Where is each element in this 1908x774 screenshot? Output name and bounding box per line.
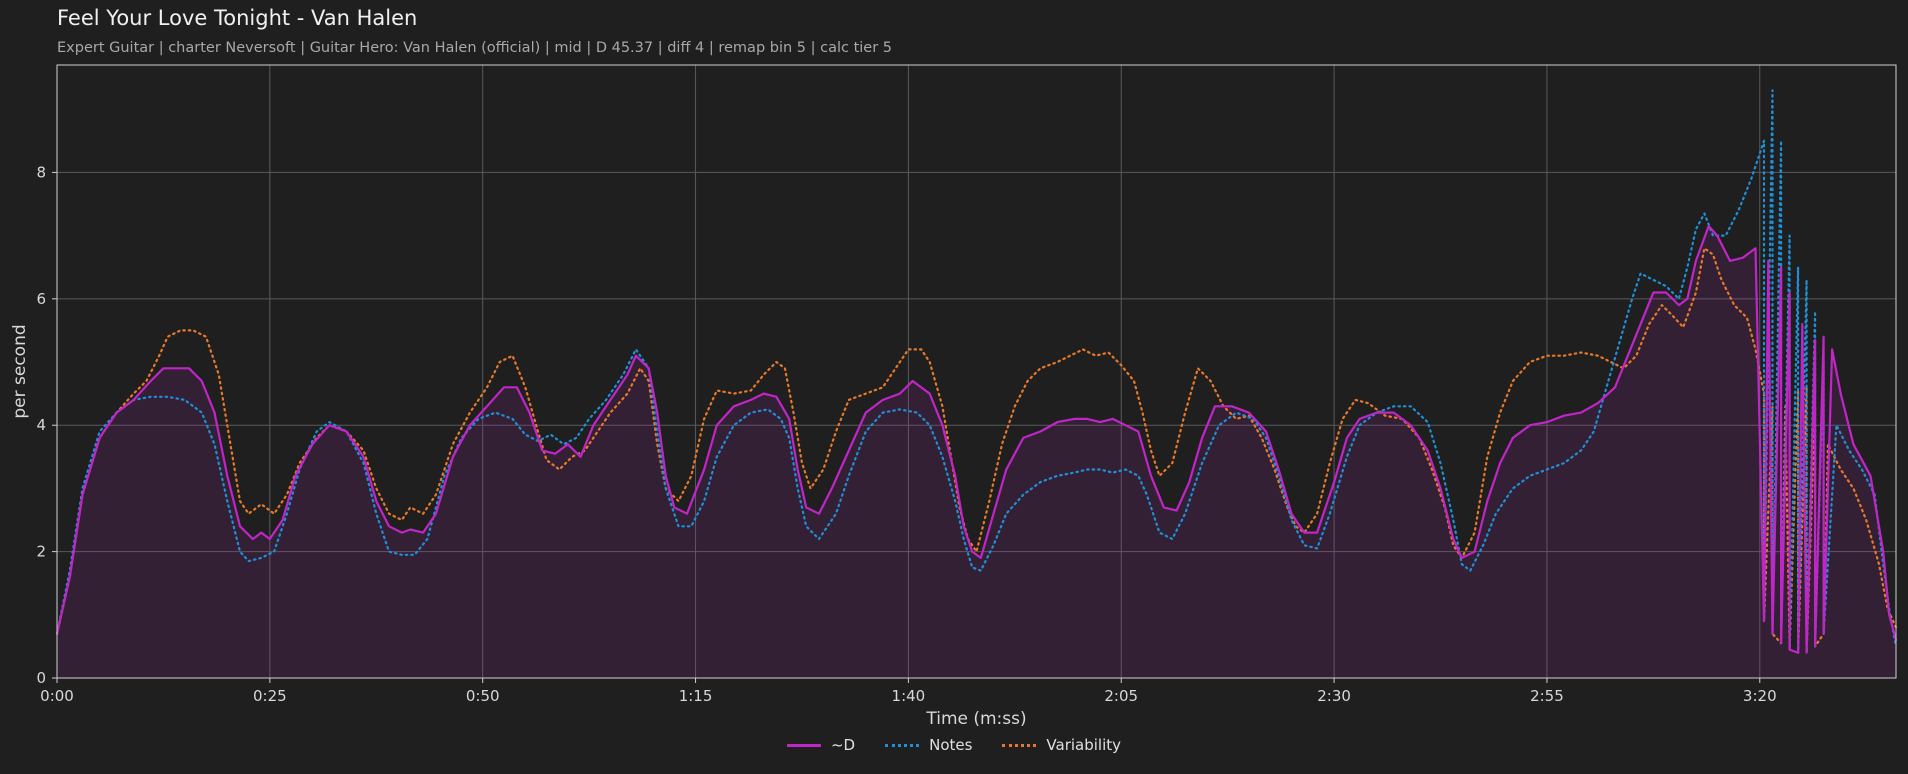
legend-swatch-notes	[885, 743, 920, 747]
y-axis-label: per second	[10, 324, 30, 418]
y-tick-label: 2	[36, 543, 46, 561]
legend: ~D Notes Variability	[0, 736, 1908, 754]
y-axis-ticks: 0 2 4 6 8	[36, 163, 57, 687]
chart-canvas: 0:00 0:25 0:50 1:15 1:40 2:05 2:30 2:55 3:20 0 2 4…	[10, 64, 1898, 729]
y-tick-label: 4	[36, 416, 46, 434]
x-tick-label: 0:50	[466, 687, 500, 705]
legend-label-notes: Notes	[929, 736, 973, 754]
legend-swatch-d	[786, 743, 821, 747]
d-area-fill	[57, 226, 1896, 678]
x-tick-label: 0:25	[253, 687, 287, 705]
legend-item-d: ~D	[786, 736, 856, 754]
x-tick-label: 1:15	[679, 687, 713, 705]
legend-label-variability: Variability	[1046, 736, 1122, 754]
x-tick-label: 2:55	[1530, 687, 1564, 705]
x-axis-ticks: 0:00 0:25 0:50 1:15 1:40 2:05 2:30 2:55 3:20	[40, 678, 1777, 705]
x-tick-label: 0:00	[40, 687, 74, 705]
x-tick-label: 1:40	[892, 687, 926, 705]
d-area	[57, 226, 1896, 678]
y-tick-label: 0	[36, 669, 46, 687]
x-axis-label: Time (m:ss)	[925, 709, 1026, 729]
x-tick-label: 2:05	[1104, 687, 1138, 705]
legend-swatch-variability	[1002, 743, 1037, 747]
legend-label-d: ~D	[830, 736, 856, 754]
y-tick-label: 6	[36, 290, 46, 308]
legend-item-variability: Variability	[1002, 736, 1121, 754]
legend-item-notes: Notes	[885, 736, 972, 754]
x-tick-label: 3:20	[1743, 687, 1777, 705]
y-tick-label: 8	[36, 163, 46, 181]
x-tick-label: 2:30	[1317, 687, 1351, 705]
